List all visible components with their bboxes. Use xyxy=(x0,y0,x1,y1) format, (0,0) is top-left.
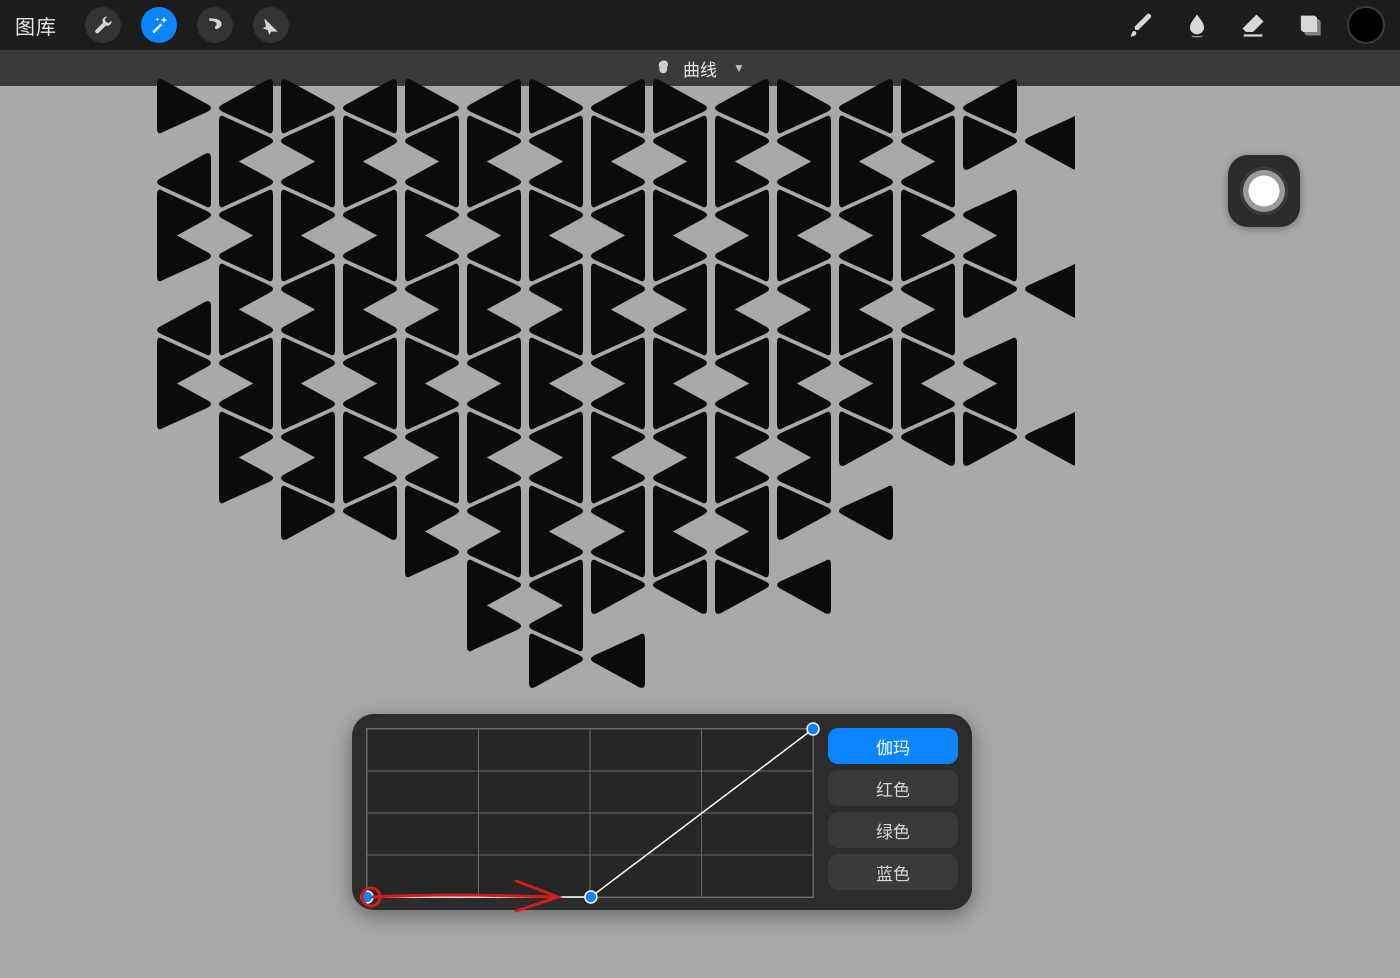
curve-channel-list: 伽玛 红色 绿色 蓝色 xyxy=(828,728,958,896)
curves-graph[interactable] xyxy=(366,728,814,898)
erase-button[interactable] xyxy=(1235,7,1271,43)
assistive-touch-icon xyxy=(1240,167,1288,215)
selection-icon xyxy=(205,15,225,35)
color-swatch[interactable] xyxy=(1347,6,1385,44)
gallery-button[interactable]: 图库 xyxy=(15,11,57,40)
smudge-button[interactable] xyxy=(1179,7,1215,43)
eraser-icon xyxy=(1239,11,1267,39)
adjustments-icon xyxy=(655,59,673,77)
brush-icon xyxy=(1127,11,1155,39)
transform-button[interactable] xyxy=(253,7,289,43)
curves-panel: 伽玛 红色 绿色 蓝色 xyxy=(352,714,972,910)
channel-blue[interactable]: 蓝色 xyxy=(828,854,958,890)
canvas-artwork xyxy=(155,76,1075,716)
wrench-icon xyxy=(93,15,113,35)
channel-green[interactable]: 绿色 xyxy=(828,812,958,848)
channel-red[interactable]: 红色 xyxy=(828,770,958,806)
channel-gamma[interactable]: 伽玛 xyxy=(828,728,958,764)
layers-button[interactable] xyxy=(1291,7,1327,43)
toolbar-left-group: 图库 xyxy=(15,7,289,43)
pointer-icon xyxy=(261,15,281,35)
smudge-icon xyxy=(1183,11,1211,39)
layers-icon xyxy=(1295,11,1323,39)
curve-handle[interactable] xyxy=(585,891,597,903)
actions-button[interactable] xyxy=(85,7,121,43)
triangle-pattern xyxy=(155,76,1075,716)
chevron-down-icon: ▼ xyxy=(733,61,745,75)
wand-icon xyxy=(149,15,169,35)
annotation-arrow xyxy=(362,881,558,911)
toolbar-right-group xyxy=(1123,6,1385,44)
assistive-touch-button[interactable] xyxy=(1228,155,1300,227)
paint-button[interactable] xyxy=(1123,7,1159,43)
selection-button[interactable] xyxy=(197,7,233,43)
main-toolbar: 图库 xyxy=(0,0,1400,50)
adjustments-button[interactable] xyxy=(141,7,177,43)
curves-gridlines xyxy=(367,729,813,897)
curve-handle[interactable] xyxy=(807,723,819,735)
